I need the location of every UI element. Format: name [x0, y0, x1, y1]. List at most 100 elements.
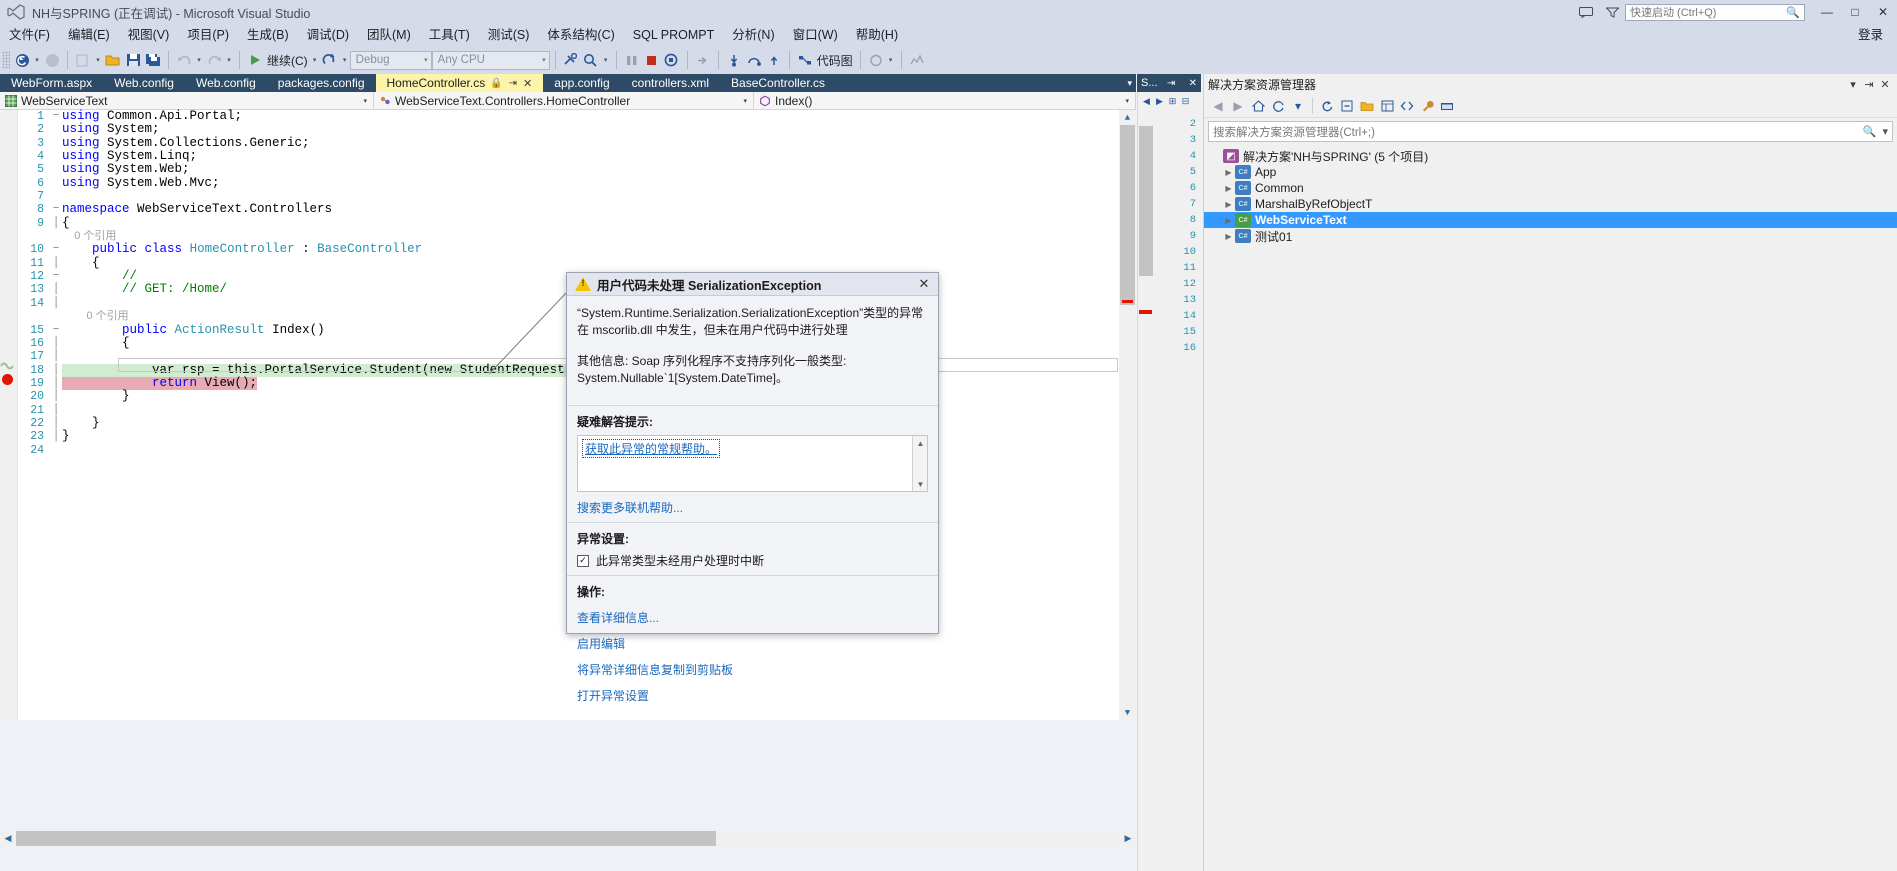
troubleshooting-tips-box[interactable]: 获取此异常的常规帮助。 ▲ ▼: [577, 435, 928, 492]
find-dropdown-icon[interactable]: ▾: [601, 56, 611, 64]
tree-item-marshalbyrefobjectt[interactable]: ▶ C# MarshalByRefObjectT: [1204, 196, 1897, 212]
menu-item-view[interactable]: 视图(V): [119, 24, 179, 46]
properties-icon[interactable]: [1377, 96, 1397, 116]
scroll-left-icon[interactable]: ◀: [0, 830, 16, 847]
chevron-right-icon[interactable]: ▶: [1222, 216, 1235, 225]
step-over-icon[interactable]: [744, 49, 764, 71]
refresh-sync-icon[interactable]: [1268, 96, 1288, 116]
close-icon[interactable]: ✕: [1877, 75, 1893, 93]
code-line[interactable]: 4 using System.Linq;: [18, 149, 1116, 163]
menu-item-analyze[interactable]: 分析(N): [723, 24, 783, 46]
exception-dialog[interactable]: 用户代码未处理 SerializationException ✕ “System…: [566, 272, 939, 703]
checkbox-icon[interactable]: ✓: [577, 554, 589, 567]
code-line[interactable]: 11 │ {: [18, 256, 1116, 270]
side-window-close-icon[interactable]: ✕: [1189, 78, 1197, 89]
more-online-help-link[interactable]: 搜索更多联机帮助...: [577, 499, 928, 516]
break-when-unhandled-checkbox-row[interactable]: ✓ 此异常类型未经用户处理时中断: [577, 552, 928, 569]
navigate-backward-dropdown-icon[interactable]: ▾: [32, 56, 42, 64]
collapse-all-icon[interactable]: [1337, 96, 1357, 116]
scroll-up-icon[interactable]: ▲: [913, 436, 928, 450]
signin-link[interactable]: 登录: [1858, 24, 1883, 46]
scroll-down-icon[interactable]: ▼: [1119, 705, 1136, 720]
pin-icon[interactable]: ⇥: [509, 78, 517, 89]
home-icon[interactable]: [1248, 96, 1268, 116]
general-help-link[interactable]: 获取此异常的常规帮助。: [582, 439, 721, 458]
tab-packages-config[interactable]: packages.config: [267, 74, 376, 92]
enable-editing-link[interactable]: 启用编辑: [577, 635, 928, 652]
continue-icon[interactable]: [245, 49, 265, 71]
save-all-icon[interactable]: [143, 49, 163, 71]
solution-configuration-select[interactable]: Debug ▾: [349, 50, 432, 70]
breakpoint-icon[interactable]: [2, 374, 13, 385]
editor-hscroll-thumb[interactable]: [16, 831, 716, 846]
step-out-icon[interactable]: [764, 49, 784, 71]
code-view-icon[interactable]: [1397, 96, 1417, 116]
restart-dropdown-icon[interactable]: ▾: [340, 56, 350, 64]
solution-explorer-panel[interactable]: 解决方案资源管理器 ▾ ⇥ ✕ ◀ ▶ ▾ 搜索解决方案资源管理器(Ctrl+;…: [1203, 74, 1897, 871]
mini-pane-scroll-thumb[interactable]: [1139, 126, 1153, 276]
tree-item-common[interactable]: ▶ C# Common: [1204, 180, 1897, 196]
collapse-icon[interactable]: ⊟: [1179, 94, 1192, 108]
code-line[interactable]: 3 using System.Collections.Generic;: [18, 136, 1116, 150]
mini-pane-scrollbar[interactable]: [1138, 110, 1154, 871]
tree-item-webservicetext[interactable]: ▶ C# WebServiceText: [1204, 212, 1897, 228]
code-line[interactable]: 8− namespace WebServiceText.Controllers: [18, 203, 1116, 217]
redo-dropdown-icon[interactable]: ▾: [224, 56, 234, 64]
editor-vertical-scrollbar[interactable]: ▲ ▼: [1119, 110, 1136, 720]
continue-button-label[interactable]: 继续(C): [265, 52, 310, 69]
next-icon[interactable]: ▶: [1153, 94, 1166, 108]
solution-explorer-search-input[interactable]: 搜索解决方案资源管理器(Ctrl+;) 🔍 ▾: [1208, 121, 1893, 142]
chevron-right-icon[interactable]: ▶: [1222, 168, 1235, 177]
side-window-pin-icon[interactable]: ⇥: [1167, 78, 1175, 89]
navbar-type-select[interactable]: WebServiceText.Controllers.HomeControlle…: [374, 92, 754, 109]
tree-item-app[interactable]: ▶ C# App: [1204, 164, 1897, 180]
back-icon[interactable]: ◀: [1208, 96, 1228, 116]
view-detail-link[interactable]: 查看详细信息...: [577, 609, 928, 626]
search-icon[interactable]: 🔍: [1863, 125, 1877, 138]
maximize-button[interactable]: □: [1841, 0, 1869, 24]
chevron-down-icon[interactable]: ▾: [1882, 125, 1888, 138]
tab-basecontroller-cs[interactable]: BaseController.cs: [720, 74, 836, 92]
refresh-icon[interactable]: [1317, 96, 1337, 116]
chevron-right-icon[interactable]: ▶: [1222, 232, 1235, 241]
tree-item--01[interactable]: ▶ C# 测试01: [1204, 228, 1897, 244]
preview-icon[interactable]: [1437, 96, 1457, 116]
fold-toggle-icon[interactable]: −: [50, 203, 62, 216]
code-line[interactable]: 5 using System.Web;: [18, 163, 1116, 177]
expand-icon[interactable]: ⊞: [1166, 94, 1179, 108]
secondary-editor-pane[interactable]: ◀ ▶ ⊞ ⊟ 2 3 4 5 6 7 8 9 10 11 12 13 14 15 16: [1137, 92, 1203, 871]
menu-item-file[interactable]: 文件(F): [0, 24, 59, 46]
menu-item-test[interactable]: 测试(S): [479, 24, 539, 46]
code-line[interactable]: 2 using System;: [18, 123, 1116, 137]
tab-web-config-1[interactable]: Web.config: [103, 74, 185, 92]
restart-debug-icon[interactable]: [662, 49, 682, 71]
tab-app-config[interactable]: app.config: [543, 74, 620, 92]
code-line[interactable]: 7: [18, 190, 1116, 203]
fold-toggle-icon[interactable]: −: [50, 243, 62, 256]
find-icon[interactable]: [581, 49, 601, 71]
tab-web-config-2[interactable]: Web.config: [185, 74, 267, 92]
solution-tree[interactable]: ◩ 解决方案'NH与SPRING' (5 个项目) ▶ C# App ▶ C# Common ▶…: [1204, 145, 1897, 244]
quick-launch-input[interactable]: 快速启动 (Ctrl+Q) 🔍: [1625, 3, 1805, 21]
intellitrace-dropdown-icon[interactable]: ▾: [886, 56, 896, 64]
navigate-backward-icon[interactable]: [12, 49, 32, 71]
menu-item-sqlprompt[interactable]: SQL PROMPT: [624, 24, 724, 46]
fold-toggle-icon[interactable]: −: [50, 324, 62, 337]
tips-scrollbar[interactable]: ▲ ▼: [912, 436, 927, 491]
menu-item-edit[interactable]: 编辑(E): [59, 24, 119, 46]
save-icon[interactable]: [123, 49, 143, 71]
minimize-button[interactable]: —: [1813, 0, 1841, 24]
tab-homecontroller-cs[interactable]: HomeController.cs 🔒 ⇥ ✕: [375, 74, 544, 92]
code-line[interactable]: 10− public class HomeController : BaseCo…: [18, 243, 1116, 257]
forward-icon[interactable]: ▶: [1228, 96, 1248, 116]
codelens-reference-count[interactable]: 0 个引用: [62, 230, 116, 242]
close-button[interactable]: ✕: [1869, 0, 1897, 24]
menu-item-help[interactable]: 帮助(H): [847, 24, 907, 46]
menu-item-tools[interactable]: 工具(T): [420, 24, 479, 46]
show-all-files-icon[interactable]: [1357, 96, 1377, 116]
attach-process-icon[interactable]: [561, 49, 581, 71]
menu-item-architecture[interactable]: 体系结构(C): [538, 24, 623, 46]
tree-item--nh-spring-5-[interactable]: ◩ 解决方案'NH与SPRING' (5 个项目): [1204, 148, 1897, 164]
scroll-down-icon[interactable]: ▼: [913, 477, 928, 491]
codelens-reference-count[interactable]: 0 个引用: [62, 310, 128, 322]
